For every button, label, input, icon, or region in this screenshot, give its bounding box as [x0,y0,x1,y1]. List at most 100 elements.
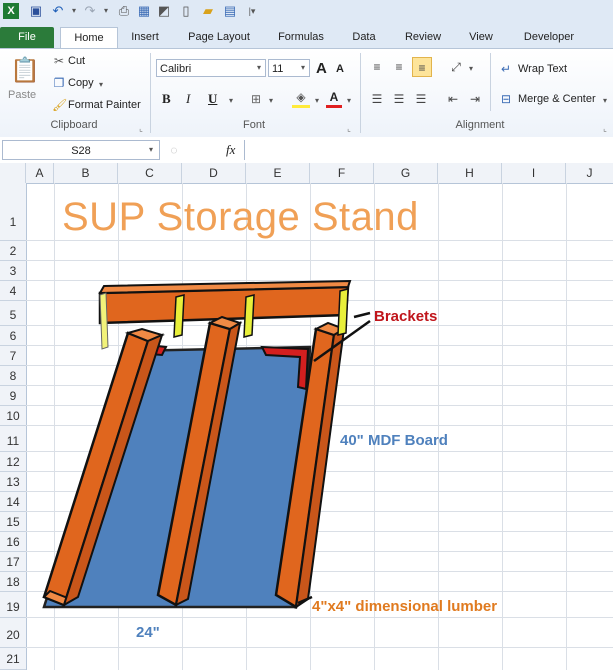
row-header[interactable]: 21 [0,648,26,670]
row-header[interactable]: 16 [0,532,26,552]
fill-color-icon[interactable]: ◈ [292,89,310,108]
chevron-down-icon[interactable]: ▾ [96,77,106,93]
align-top-icon[interactable]: ≡ [368,59,386,75]
paste-icon[interactable]: 📋 [10,55,40,87]
chevron-down-icon[interactable]: ▾ [98,3,114,19]
column-header[interactable]: D [182,163,246,183]
row-header[interactable]: 10 [0,406,26,426]
name-box[interactable]: S28 [2,140,160,160]
align-right-icon[interactable]: ☰ [412,91,430,107]
row-header[interactable]: 3 [0,261,26,281]
align-middle-icon[interactable]: ≡ [390,59,408,75]
column-header[interactable]: E [246,163,310,183]
redo-icon[interactable]: ↷ [82,3,98,19]
column-header[interactable]: B [54,163,118,183]
decrease-indent-icon[interactable]: ⇤ [444,91,462,107]
layout-icon[interactable]: ▤ [222,3,238,19]
cut-button[interactable]: Cut [68,55,85,67]
save-icon[interactable]: ▣ [28,3,44,19]
tab-page-layout[interactable]: Page Layout [178,27,260,48]
chevron-down-icon[interactable]: ▾ [254,60,264,76]
copy-button[interactable]: Copy [68,77,94,89]
row-header[interactable]: 15 [0,512,26,532]
paste-button[interactable]: Paste [8,89,36,101]
column-header[interactable]: G [374,163,438,183]
row-header[interactable]: 19 [0,592,26,618]
row-header[interactable]: 13 [0,472,26,492]
column-header[interactable]: F [310,163,374,183]
copy-icon[interactable]: ❐ [52,75,66,91]
column-header[interactable]: H [438,163,502,183]
italic-button[interactable]: I [186,91,190,107]
sup-stand-drawing[interactable]: Brackets 40" MDF Board 4"x4" dimensional… [26,183,613,670]
merge-center-icon[interactable]: ⊟ [498,91,514,107]
row-header[interactable]: 6 [0,326,26,346]
orientation-icon[interactable]: ⤢ [446,59,466,75]
print-icon[interactable]: ⎙ [116,3,132,19]
column-header[interactable]: C [118,163,182,183]
row-header[interactable]: 20 [0,618,26,648]
wrap-text-icon[interactable]: ↵ [498,61,514,77]
dialog-launcher-icon[interactable]: ⌞ [600,121,610,137]
row-header[interactable]: 2 [0,241,26,261]
formula-input[interactable] [244,140,613,160]
tab-file[interactable]: File [0,27,54,48]
row-header[interactable]: 9 [0,386,26,406]
tab-insert[interactable]: Insert [122,27,168,48]
row-header[interactable]: 18 [0,572,26,592]
bold-button[interactable]: B [162,91,171,107]
shrink-font-button[interactable]: A [336,63,344,75]
row-header[interactable]: 8 [0,366,26,386]
row-header[interactable]: 1 [0,183,26,241]
tab-view[interactable]: View [460,27,502,48]
excel-icon[interactable]: X [3,3,19,19]
dialog-launcher-icon[interactable]: ⌞ [344,121,354,137]
underline-button[interactable]: U [208,91,217,107]
chevron-down-icon[interactable]: ▾ [146,142,156,158]
align-center-icon[interactable]: ☰ [390,91,408,107]
tab-review[interactable]: Review [396,27,450,48]
tab-data[interactable]: Data [342,27,386,48]
row-header[interactable]: 14 [0,492,26,512]
row-header[interactable]: 17 [0,552,26,572]
customize-icon[interactable]: |▾ [244,3,260,19]
increase-indent-icon[interactable]: ⇥ [466,91,484,107]
grow-font-button[interactable]: A [316,60,327,77]
chevron-down-icon[interactable]: ▾ [600,93,610,109]
new-icon[interactable]: ▯ [178,3,194,19]
column-header[interactable]: J [566,163,613,183]
cut-icon[interactable]: ✂ [52,53,66,69]
row-header[interactable]: 12 [0,452,26,472]
row-header[interactable]: 7 [0,346,26,366]
undo-icon[interactable]: ↶ [50,3,66,19]
worksheet-grid[interactable]: SUP Storage Stand Brackets 40" MDF Board… [26,183,613,670]
tab-formulas[interactable]: Formulas [270,27,332,48]
align-bottom-icon[interactable]: ≡ [412,57,432,77]
chevron-down-icon[interactable]: ▾ [298,60,308,76]
zoom-icon[interactable]: ◩ [156,3,172,19]
wrap-text-button[interactable]: Wrap Text [518,63,567,75]
print-preview-icon[interactable]: ▦ [136,3,152,19]
formula-bar-resize-icon[interactable]: ◌ [166,142,182,158]
row-header[interactable]: 11 [0,426,26,452]
chevron-down-icon[interactable]: ▾ [66,3,82,19]
tab-home[interactable]: Home [60,27,118,49]
row-header[interactable]: 4 [0,281,26,301]
merge-center-button[interactable]: Merge & Center [518,93,596,105]
column-header[interactable]: I [502,163,566,183]
format-painter-icon[interactable]: 🖌 [52,97,67,113]
borders-icon[interactable]: ⊞ [248,91,264,107]
chevron-down-icon[interactable]: ▾ [466,61,476,77]
chevron-down-icon[interactable]: ▾ [226,93,236,109]
tab-developer[interactable]: Developer [512,27,586,48]
row-header[interactable]: 5 [0,301,26,326]
insert-function-button[interactable]: fx [226,142,235,158]
open-icon[interactable]: ▰ [200,3,216,19]
chevron-down-icon[interactable]: ▾ [266,93,276,109]
dialog-launcher-icon[interactable]: ⌞ [136,121,146,137]
chevron-down-icon[interactable]: ▾ [312,93,322,109]
format-painter-button[interactable]: Format Painter [68,99,141,111]
font-name-select[interactable]: Calibri [156,59,266,77]
column-header[interactable]: A [26,163,54,183]
font-color-icon[interactable]: A [326,89,342,108]
